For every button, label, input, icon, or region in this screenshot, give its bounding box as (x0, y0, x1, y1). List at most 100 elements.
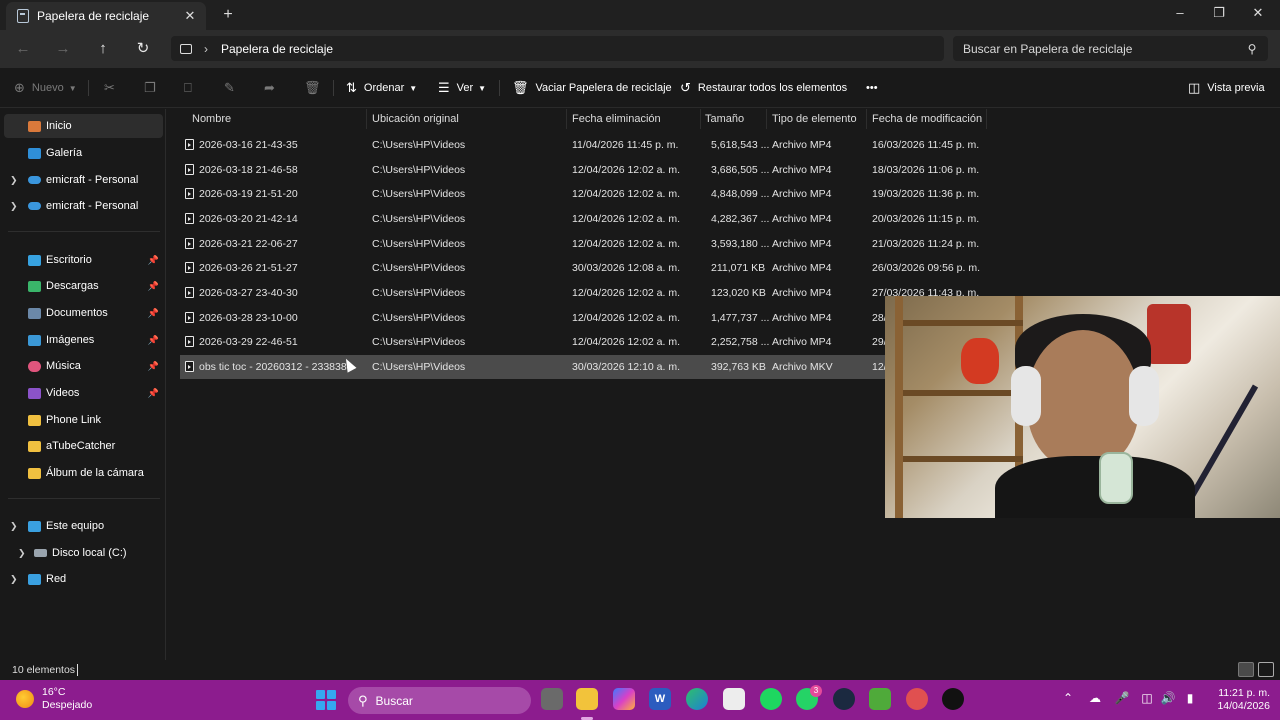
sidebar-item-imagenes[interactable]: Imágenes 📌 (4, 328, 163, 352)
new-tab-button[interactable]: + (218, 5, 238, 25)
chevron-right-icon[interactable]: ❯ (18, 548, 28, 559)
file-explorer-icon[interactable] (576, 688, 598, 710)
column-divider[interactable] (866, 109, 867, 129)
tiles-view-button[interactable] (1258, 662, 1274, 677)
sidebar-item-inicio[interactable]: Inicio (4, 114, 163, 138)
sidebar-item-documentos[interactable]: Documentos 📌 (4, 301, 163, 325)
display-icon[interactable]: ◫ (1138, 691, 1156, 705)
table-row[interactable]: 2026-03-26 21-51-27 C:\Users\HP\Videos 3… (180, 256, 980, 280)
table-row[interactable]: 2026-03-20 21-42-14 C:\Users\HP\Videos 1… (180, 207, 979, 231)
column-header-deleted[interactable]: Fecha eliminación (572, 109, 661, 129)
rename-button[interactable]: ✎ (224, 78, 242, 98)
sidebar-item-musica[interactable]: Música 📌 (4, 354, 163, 378)
obs-icon[interactable] (833, 688, 855, 710)
pin-icon[interactable]: 📌 (148, 361, 159, 372)
column-divider[interactable] (986, 109, 987, 129)
chevron-up-icon[interactable]: ⌃ (1059, 691, 1077, 705)
pin-icon[interactable]: 📌 (148, 308, 159, 319)
column-header-type[interactable]: Tipo de elemento (772, 109, 857, 129)
pin-icon[interactable]: 📌 (148, 255, 159, 266)
cut-button[interactable]: ✂ (104, 78, 122, 98)
minecraft-icon[interactable] (869, 688, 891, 710)
up-button[interactable]: ↑ (92, 38, 114, 60)
battery-icon[interactable]: ▮ (1181, 691, 1199, 705)
tab-papelera[interactable]: Papelera de reciclaje ✕ (6, 2, 206, 30)
forward-button[interactable]: → (52, 38, 74, 60)
sidebar-item-escritorio[interactable]: Escritorio 📌 (4, 248, 163, 272)
column-header-modified[interactable]: Fecha de modificación (872, 109, 982, 129)
copy-button[interactable]: ❐ (144, 78, 163, 98)
delete-button[interactable]: 🗑 (304, 78, 328, 98)
sidebar-item-album-camara[interactable]: Álbum de la cámara (4, 461, 163, 485)
tiktok-icon[interactable] (942, 688, 964, 710)
copilot-icon[interactable] (613, 688, 635, 710)
pin-icon[interactable]: 📌 (148, 281, 159, 292)
pin-icon[interactable]: 📌 (148, 388, 159, 399)
column-header-location[interactable]: Ubicación original (372, 109, 459, 129)
sort-button[interactable]: ⇅ Ordenar ▼ (346, 78, 417, 98)
column-header-name[interactable]: Nombre (192, 109, 231, 129)
task-view-icon[interactable] (541, 688, 563, 710)
cloud-icon[interactable]: ☁ (1086, 691, 1104, 705)
more-options-button[interactable]: ••• (866, 78, 878, 98)
pin-icon[interactable]: 📌 (148, 335, 159, 346)
table-row[interactable]: obs tic toc - 20260312 - 233838 C:\Users… (180, 355, 893, 379)
column-header-size[interactable]: Tamaño (705, 109, 744, 129)
sidebar-item-phone-link[interactable]: Phone Link (4, 408, 163, 432)
table-row[interactable]: 2026-03-28 23-10-00 C:\Users\HP\Videos 1… (180, 306, 893, 330)
edge-icon[interactable] (686, 688, 708, 710)
table-row[interactable]: 2026-03-16 21-43-35 C:\Users\HP\Videos 1… (180, 133, 979, 157)
table-row[interactable]: 2026-03-29 22-46-51 C:\Users\HP\Videos 1… (180, 330, 893, 354)
start-button[interactable] (316, 690, 336, 710)
details-view-button[interactable] (1238, 662, 1254, 677)
sidebar-item-este-equipo[interactable]: ❯ Este equipo (4, 514, 163, 538)
chevron-right-icon[interactable]: ❯ (10, 175, 20, 186)
search-icon[interactable]: ⚲ (1242, 42, 1262, 56)
microphone-icon[interactable]: 🎤 (1113, 691, 1131, 705)
chevron-right-icon[interactable]: ❯ (10, 574, 20, 585)
column-divider[interactable] (766, 109, 767, 129)
address-bar[interactable]: › Papelera de reciclaje (171, 36, 944, 61)
search-input[interactable] (963, 41, 1242, 56)
word-icon[interactable]: W (649, 688, 671, 710)
restore-button[interactable]: ❐ (1200, 0, 1238, 28)
sidebar-item-disco-local[interactable]: ❯ Disco local (C:) (4, 541, 163, 565)
sidebar-item-onedrive-1[interactable]: ❯ emicraft - Personal (4, 168, 163, 192)
column-divider[interactable] (366, 109, 367, 129)
volume-icon[interactable]: 🔊 (1159, 691, 1177, 705)
sidebar-item-galeria[interactable]: Galería (4, 141, 163, 165)
game-app-icon[interactable] (906, 688, 928, 710)
paste-button[interactable]: ⎕ (184, 78, 199, 98)
sidebar-item-descargas[interactable]: Descargas 📌 (4, 274, 163, 298)
view-button[interactable]: ☰ Ver ▼ (438, 78, 486, 98)
new-button[interactable]: ⊕ Nuevo ▼ (14, 78, 77, 98)
chevron-right-icon[interactable]: ❯ (10, 201, 20, 212)
sidebar-item-onedrive-2[interactable]: ❯ emicraft - Personal (4, 194, 163, 218)
close-window-button[interactable]: ✕ (1239, 0, 1277, 28)
table-row[interactable]: 2026-03-18 21-46-58 C:\Users\HP\Videos 1… (180, 158, 979, 182)
sidebar-item-red[interactable]: ❯ Red (4, 567, 163, 591)
column-divider[interactable] (700, 109, 701, 129)
table-row[interactable]: 2026-03-27 23-40-30 C:\Users\HP\Videos 1… (180, 281, 979, 305)
search-box[interactable]: ⚲ (953, 36, 1268, 61)
empty-recycle-bin-button[interactable]: 🗑 Vaciar Papelera de reciclaje (512, 78, 672, 98)
chevron-down-icon[interactable]: ❯ (10, 521, 20, 532)
sidebar-item-videos[interactable]: Videos 📌 (4, 381, 163, 405)
restore-all-button[interactable]: ↺ Restaurar todos los elementos (680, 78, 847, 98)
taskbar-search[interactable]: ⚲ Buscar (348, 687, 531, 714)
column-divider[interactable] (566, 109, 567, 129)
refresh-button[interactable]: ↻ (132, 38, 154, 60)
store-icon[interactable] (723, 688, 745, 710)
table-row[interactable]: 2026-03-21 22-06-27 C:\Users\HP\Videos 1… (180, 232, 979, 256)
minimize-button[interactable]: – (1161, 0, 1199, 28)
close-tab-icon[interactable]: ✕ (180, 8, 200, 24)
breadcrumb[interactable]: Papelera de reciclaje (221, 42, 333, 56)
back-button[interactable]: ← (12, 38, 34, 60)
preview-pane-button[interactable]: ◫ Vista previa (1188, 78, 1265, 98)
weather-widget[interactable]: 16°C Despejado (16, 686, 92, 712)
table-row[interactable]: 2026-03-19 21-51-20 C:\Users\HP\Videos 1… (180, 182, 979, 206)
clock[interactable]: 11:21 p. m. 14/04/2026 (1208, 687, 1270, 713)
share-button[interactable]: ➦ (264, 78, 282, 98)
sidebar-item-atubecatcher[interactable]: aTubeCatcher (4, 434, 163, 458)
spotify-icon[interactable] (760, 688, 782, 710)
